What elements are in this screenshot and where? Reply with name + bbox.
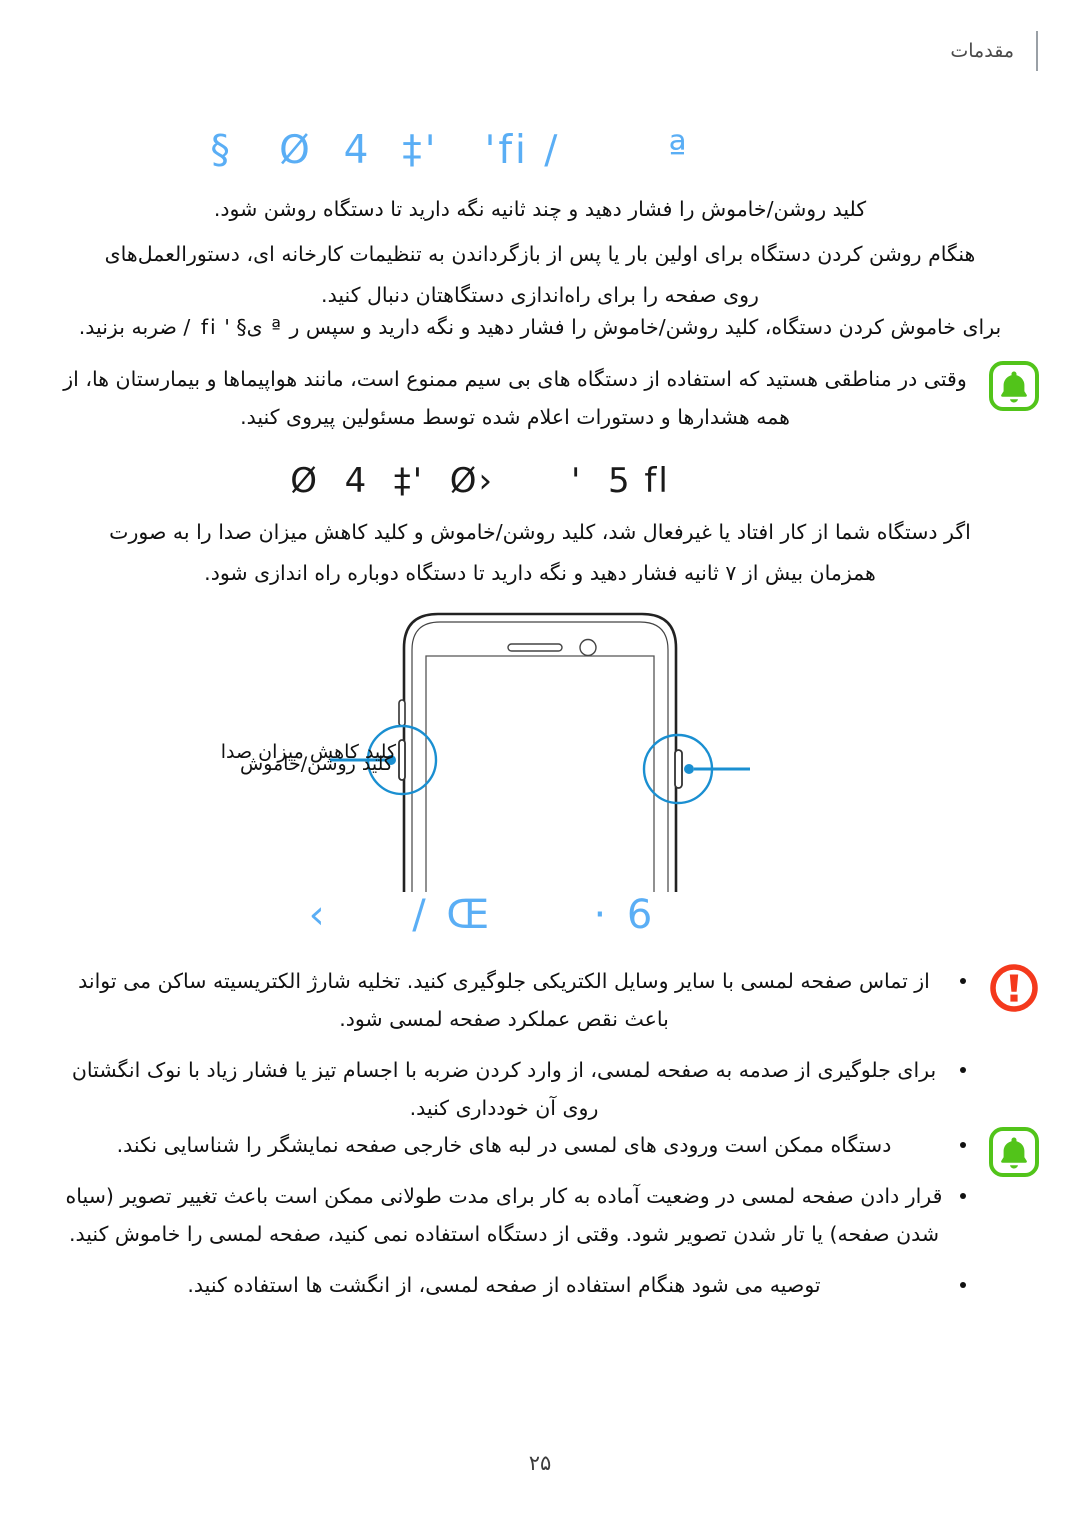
heading-power-on-off: Ø 4 ‡' 'fi / ª § bbox=[210, 128, 690, 173]
paragraph-power-on: کلید روشن/خاموش را فشار دهید و چند ثانیه… bbox=[213, 197, 867, 221]
list-item: توصیه می شود هنگام استفاده از صفحه لمسی،… bbox=[60, 1266, 970, 1304]
paragraph-power-off-prefix: برای خاموش کردن دستگاه، کلید روشن/خاموش … bbox=[289, 315, 1002, 339]
paragraph-power-off-suffix: ضربه بزنید. bbox=[78, 315, 177, 339]
caution-body: از تماس صفحه لمسی با سایر وسایل الکتریکی… bbox=[60, 962, 970, 1127]
paragraph-first-setup: هنگام روشن کردن دستگاه برای اولین بار یا… bbox=[104, 242, 976, 307]
running-header: مقدمات bbox=[950, 30, 1038, 72]
paragraph-power-off-glyph: ª ی§ ' fi / bbox=[183, 315, 283, 339]
bell-icon bbox=[988, 1126, 1040, 1178]
paragraph-restart: اگر دستگاه شما از کار افتاد یا غیرفعال ش… bbox=[109, 520, 971, 585]
caution-list: از تماس صفحه لمسی با سایر وسایل الکتریکی… bbox=[60, 962, 970, 1127]
callout-label-power-key: کلید روشن/خاموش bbox=[240, 753, 393, 775]
page-number: ۲۵ bbox=[528, 1451, 552, 1475]
note-wireless-restrictions: وقتی در مناطقی هستید که استفاده از دستگا… bbox=[60, 360, 1040, 436]
caution-touchscreen: از تماس صفحه لمسی با سایر وسایل الکتریکی… bbox=[60, 962, 1040, 1127]
list-item: دستگاه ممکن است ورودی های لمسی در لبه ها… bbox=[60, 1126, 970, 1164]
list-item: از تماس صفحه لمسی با سایر وسایل الکتریکی… bbox=[60, 962, 970, 1038]
note-wireless-body: وقتی در مناطقی هستید که استفاده از دستگا… bbox=[60, 360, 970, 436]
note-touchscreen-tips: دستگاه ممکن است ورودی های لمسی در لبه ها… bbox=[60, 1126, 1040, 1304]
note-touchscreen-list: دستگاه ممکن است ورودی های لمسی در لبه ها… bbox=[60, 1126, 970, 1304]
phone-front-illustration bbox=[0, 592, 1080, 892]
manual-page: مقدمات Ø 4 ‡' 'fi / ª § کلید روشن/خاموش … bbox=[0, 0, 1080, 1527]
list-item: برای جلوگیری از صدمه به صفحه لمسی، از وا… bbox=[60, 1051, 970, 1127]
header-divider bbox=[1036, 31, 1038, 71]
warning-icon bbox=[988, 962, 1040, 1014]
header-title: مقدمات bbox=[950, 40, 1014, 62]
heading-restart: Ø 4 ‡' Ø› ' 5 fl bbox=[290, 461, 670, 501]
bell-icon bbox=[988, 360, 1040, 412]
heading-touchscreen: 6 · Œ / › bbox=[308, 892, 657, 938]
list-item: قرار دادن صفحه لمسی در وضعیت آماده به کا… bbox=[60, 1177, 970, 1253]
paragraph-power-off: برای خاموش کردن دستگاه، کلید روشن/خاموش … bbox=[70, 308, 1010, 346]
note-touchscreen-body: دستگاه ممکن است ورودی های لمسی در لبه ها… bbox=[60, 1126, 970, 1304]
note-wireless-text: وقتی در مناطقی هستید که استفاده از دستگا… bbox=[63, 367, 967, 429]
